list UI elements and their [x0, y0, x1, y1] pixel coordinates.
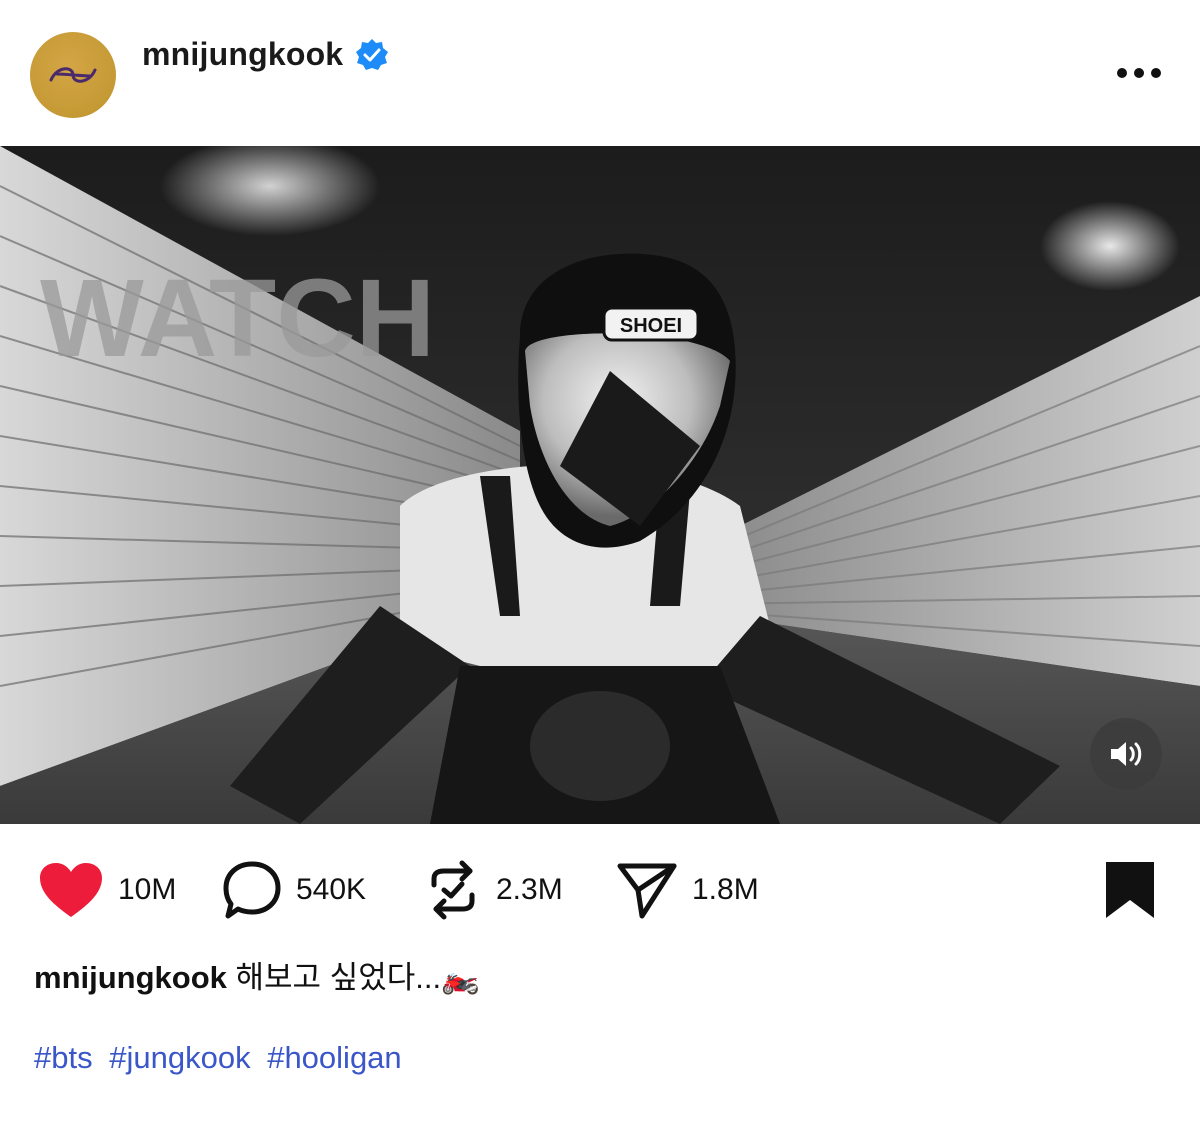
hashtag-link[interactable]: #bts	[34, 1040, 93, 1075]
post-actions: 10M 540K 2.3M 1.8M	[0, 850, 1200, 930]
reposts-count: 2.3M	[496, 873, 563, 906]
sign-text: WATCH	[40, 257, 435, 380]
verified-badge-icon	[356, 38, 389, 70]
comments-count: 540K	[296, 873, 367, 906]
hashtag-list: #bts #jungkook #hooligan	[34, 1040, 410, 1076]
post-video[interactable]: WATCH SHOEI	[0, 146, 1200, 824]
hashtag-link[interactable]: #hooligan	[267, 1040, 401, 1075]
post-caption: mnijungkook 해보고 싶었다...🏍️	[34, 952, 480, 997]
heart-filled-icon	[40, 863, 102, 917]
video-frame: WATCH SHOEI	[0, 146, 1200, 824]
share-button[interactable]: 1.8M	[616, 850, 759, 930]
repost-button[interactable]: 2.3M	[424, 850, 563, 930]
shares-count: 1.8M	[692, 873, 759, 906]
caption-username[interactable]: mnijungkook	[34, 960, 227, 995]
like-button[interactable]: 10M	[38, 850, 176, 930]
send-plane-icon	[617, 863, 677, 919]
bookmark-icon[interactable]	[1102, 860, 1158, 920]
avatar[interactable]	[30, 32, 116, 118]
likes-count: 10M	[118, 873, 177, 906]
post-header: mnijungkook	[0, 0, 1200, 146]
repost-check-icon	[431, 860, 475, 920]
comment-bubble-icon	[223, 861, 281, 919]
username-link[interactable]: mnijungkook	[142, 36, 343, 73]
comment-button[interactable]: 540K	[222, 850, 366, 930]
username-row: mnijungkook	[142, 36, 389, 73]
avatar-logo-icon	[49, 67, 97, 83]
caption-text: 해보고 싶었다...🏍️	[235, 960, 480, 995]
sound-toggle-button[interactable]	[1090, 718, 1162, 790]
speaker-on-icon	[1111, 742, 1142, 766]
helmet-brand-text: SHOEI	[620, 315, 682, 337]
hashtag-link[interactable]: #jungkook	[109, 1040, 250, 1075]
more-options-icon[interactable]	[1114, 62, 1164, 84]
